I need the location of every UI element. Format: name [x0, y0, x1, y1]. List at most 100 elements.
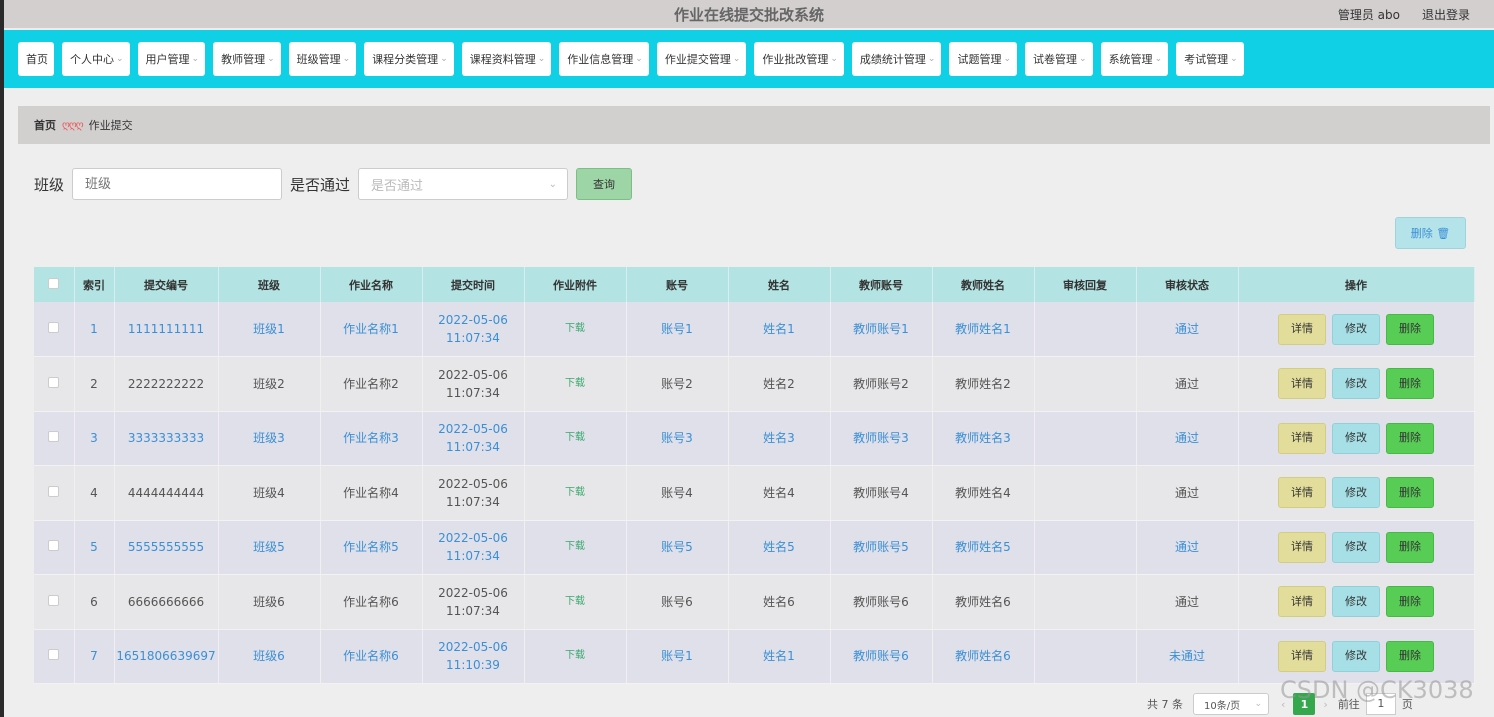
row-checkbox[interactable] — [34, 574, 75, 630]
class-label: 班级 — [34, 175, 65, 194]
download-link[interactable]: 下载 — [524, 411, 627, 466]
delete-button[interactable]: 删除 — [1386, 313, 1434, 345]
batch-delete-button[interactable]: 删除 🗑 — [1395, 217, 1466, 249]
nav-item-12[interactable]: 试卷管理 ⌄ — [1025, 42, 1093, 76]
column-header: 审核状态 — [1136, 267, 1239, 302]
download-link[interactable]: 下载 — [524, 629, 627, 684]
cell-cls: 班级2 — [218, 356, 321, 412]
row-checkbox[interactable] — [34, 465, 75, 521]
download-link[interactable]: 下载 — [524, 520, 627, 575]
delete-button[interactable]: 删除 — [1386, 640, 1434, 672]
cell-student: 姓名5 — [728, 520, 831, 575]
cell-t_account: 教师账号4 — [830, 465, 933, 521]
row-actions: 详情 修改 删除 — [1238, 411, 1475, 466]
cell-index: 4 — [74, 465, 115, 521]
cell-t_account: 教师账号5 — [830, 520, 933, 575]
nav-item-1[interactable]: 个人中心 ⌄ — [62, 42, 130, 76]
row-checkbox[interactable] — [34, 302, 75, 357]
row-actions: 详情 修改 删除 — [1238, 574, 1475, 630]
edit-button[interactable]: 修改 — [1332, 368, 1380, 400]
detail-button[interactable]: 详情 — [1278, 640, 1326, 672]
download-link[interactable]: 下载 — [524, 465, 627, 521]
detail-button[interactable]: 详情 — [1278, 531, 1326, 563]
nav-item-10[interactable]: 成绩统计管理 ⌄ — [851, 42, 942, 76]
nav-item-label: 考试管理 — [1184, 53, 1229, 66]
delete-button[interactable]: 删除 — [1386, 422, 1434, 454]
cell-code: 2222222222 — [114, 356, 219, 412]
nav-item-11[interactable]: 试题管理 ⌄ — [949, 42, 1018, 76]
nav-item-label: 课程资料管理 — [469, 53, 536, 66]
cell-time: 2022-05-06 11:07:34 — [422, 302, 525, 357]
chevron-down-icon: ⌄ — [548, 178, 558, 190]
nav-item-0[interactable]: 首页 — [18, 42, 54, 76]
cell-code: 1111111111 — [114, 302, 219, 357]
watermark: CSDN @CK3038 — [1280, 676, 1474, 704]
edit-button[interactable]: 修改 — [1332, 531, 1380, 563]
cell-reply — [1034, 520, 1137, 575]
cell-reply — [1034, 574, 1137, 630]
cell-t_name: 教师姓名5 — [932, 520, 1035, 575]
detail-button[interactable]: 详情 — [1278, 368, 1326, 400]
cell-name: 作业名称5 — [320, 520, 423, 575]
row-actions: 详情 修改 删除 — [1238, 520, 1475, 575]
cell-cls: 班级3 — [218, 411, 321, 466]
nav-item-13[interactable]: 系统管理 ⌄ — [1100, 42, 1169, 76]
select-all-checkbox[interactable] — [34, 267, 75, 302]
download-link[interactable]: 下载 — [524, 574, 627, 630]
query-button[interactable]: 查询 — [576, 168, 633, 200]
nav-item-8[interactable]: 作业提交管理 ⌄ — [656, 42, 747, 76]
cell-status: 通过 — [1136, 465, 1239, 521]
breadcrumb-current: 作业提交 — [88, 119, 133, 132]
class-input[interactable] — [72, 168, 283, 200]
edit-button[interactable]: 修改 — [1332, 477, 1380, 509]
chevron-down-icon: ⌄ — [537, 54, 546, 64]
table-row: 1 1111111111 班级1 作业名称1 2022-05-06 11:07:34 下载… — [34, 302, 1475, 357]
nav-item-9[interactable]: 作业批改管理 ⌄ — [754, 42, 844, 76]
nav-item-14[interactable]: 考试管理 ⌄ — [1176, 42, 1244, 76]
table-header: 索引 提交编号 班级 作业名称 提交时间 作业附件 账号 姓名 教师账号 教师姓名 审核回复 审核状态… — [34, 267, 1475, 302]
delete-button[interactable]: 删除 — [1386, 531, 1434, 563]
download-link[interactable]: 下载 — [524, 302, 627, 357]
cell-account: 账号1 — [626, 629, 729, 684]
nav-item-2[interactable]: 用户管理 ⌄ — [137, 42, 206, 76]
download-link[interactable]: 下载 — [524, 356, 627, 412]
edit-button[interactable]: 修改 — [1332, 422, 1380, 454]
nav-item-label: 作业提交管理 — [664, 53, 731, 66]
row-checkbox[interactable] — [34, 520, 75, 575]
breadcrumb-home[interactable]: 首页 — [34, 117, 56, 133]
cell-t_account: 教师账号3 — [830, 411, 933, 466]
total-count: 共 7 条 — [1147, 698, 1183, 711]
column-header: 审核回复 — [1034, 267, 1137, 302]
cell-index: 1 — [74, 302, 115, 357]
delete-button[interactable]: 删除 — [1386, 586, 1434, 618]
nav-item-3[interactable]: 教师管理 ⌄ — [213, 42, 281, 76]
row-checkbox[interactable] — [34, 356, 75, 412]
row-checkbox[interactable] — [34, 411, 75, 466]
nav-item-6[interactable]: 课程资料管理 ⌄ — [461, 42, 552, 76]
pass-select-placeholder: 是否通过 — [371, 178, 424, 194]
page-title: 作业在线提交批改系统 — [673, 5, 824, 24]
row-checkbox[interactable] — [34, 629, 75, 684]
delete-button[interactable]: 删除 — [1386, 368, 1434, 400]
logout-link[interactable]: 退出登录 — [1422, 6, 1470, 23]
chevron-down-icon: ⌄ — [267, 54, 275, 64]
cell-account: 账号3 — [626, 411, 729, 466]
cell-cls: 班级1 — [218, 302, 321, 357]
pass-select[interactable]: 是否通过 ⌄ — [358, 168, 569, 200]
edit-button[interactable]: 修改 — [1332, 586, 1380, 618]
detail-button[interactable]: 详情 — [1278, 586, 1326, 618]
edit-button[interactable]: 修改 — [1332, 313, 1380, 345]
nav-item-5[interactable]: 课程分类管理 ⌄ — [364, 42, 454, 76]
nav-item-4[interactable]: 班级管理 ⌄ — [288, 42, 357, 76]
edit-button[interactable]: 修改 — [1332, 640, 1380, 672]
chevron-down-icon: ⌄ — [191, 54, 200, 64]
delete-button[interactable]: 删除 — [1386, 477, 1434, 509]
detail-button[interactable]: 详情 — [1278, 313, 1326, 345]
row-actions: 详情 修改 删除 — [1238, 465, 1475, 521]
nav-item-7[interactable]: 作业信息管理 ⌄ — [559, 42, 649, 76]
cell-reply — [1034, 302, 1137, 357]
column-header: 作业名称 — [320, 267, 423, 302]
detail-button[interactable]: 详情 — [1278, 477, 1326, 509]
detail-button[interactable]: 详情 — [1278, 422, 1326, 454]
page-size-select[interactable]: 10条/页 ⌄ — [1193, 693, 1269, 715]
